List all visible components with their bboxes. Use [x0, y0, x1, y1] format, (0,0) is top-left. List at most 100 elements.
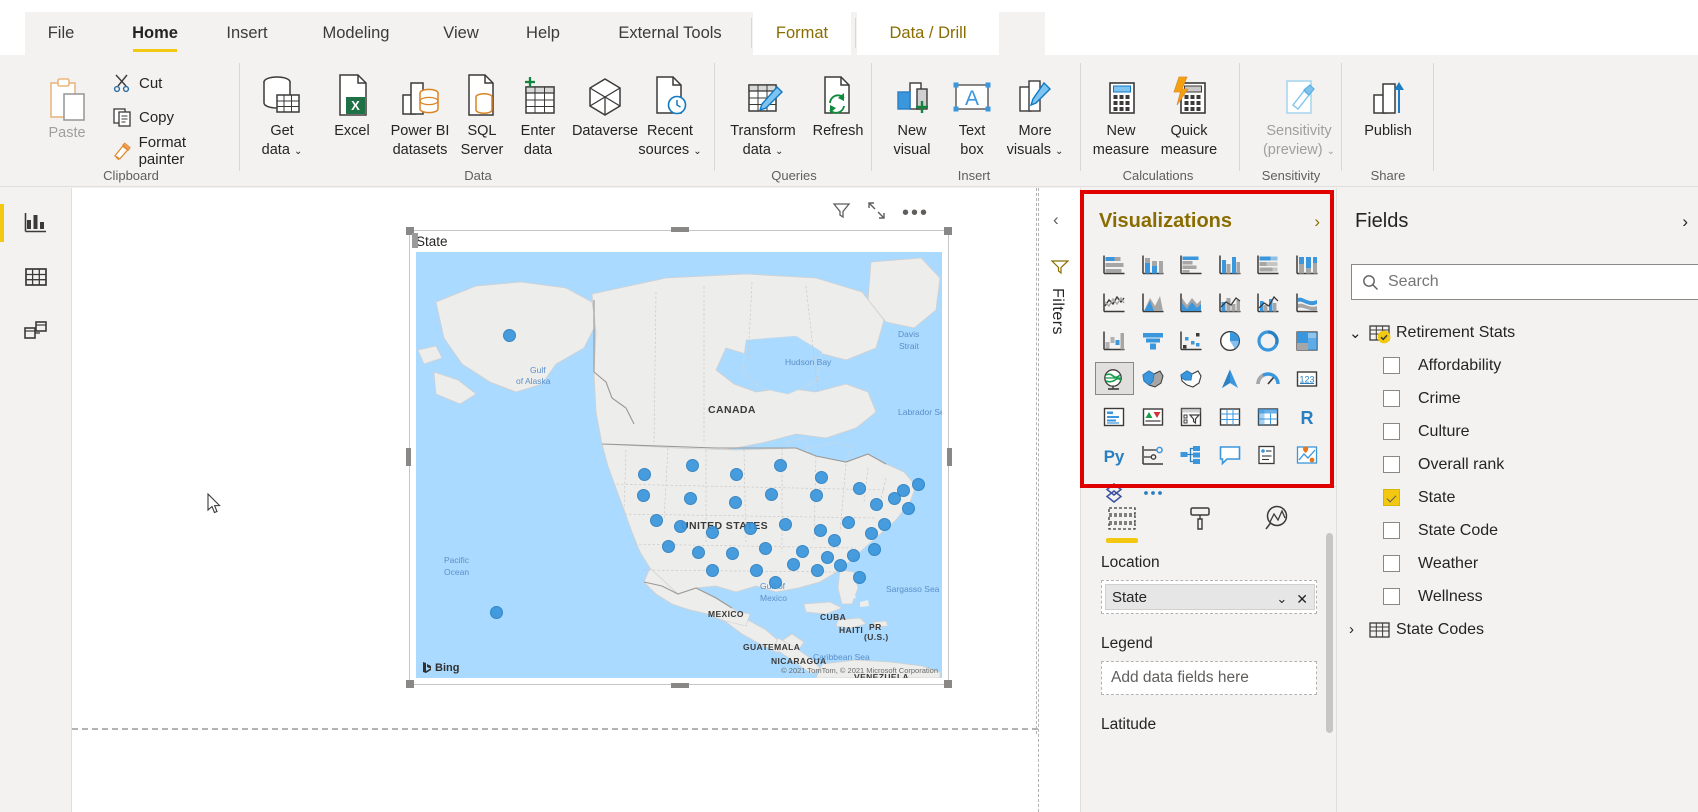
map-bubble[interactable]	[810, 563, 824, 577]
python-visual-icon[interactable]: Py	[1095, 438, 1134, 471]
sensitivity-button[interactable]: Sensitivity (preview) ⌄	[1253, 63, 1345, 168]
map-bubble[interactable]	[814, 470, 828, 484]
paginated-report-icon[interactable]	[1288, 438, 1327, 471]
map-bubble[interactable]	[841, 515, 855, 529]
field-item-weather[interactable]: Weather	[1383, 547, 1478, 580]
azure-map-icon[interactable]	[1211, 362, 1250, 395]
resize-handle-right[interactable]	[947, 448, 952, 466]
map-bubble[interactable]	[661, 539, 675, 553]
smart-narrative-icon[interactable]	[1249, 438, 1288, 471]
treemap-icon[interactable]	[1288, 324, 1327, 357]
map-bubble[interactable]	[795, 544, 809, 558]
copy-button[interactable]: Copy	[108, 102, 178, 132]
map-bubble[interactable]	[743, 521, 757, 535]
gauge-icon[interactable]	[1249, 362, 1288, 395]
publish-button[interactable]: Publish	[1351, 63, 1425, 168]
map-bubble[interactable]	[729, 467, 743, 481]
field-item-culture[interactable]: Culture	[1383, 415, 1470, 448]
filters-pane-collapsed[interactable]: ‹ Filters	[1038, 188, 1080, 812]
table-icon[interactable]	[1211, 400, 1250, 433]
map-bubble[interactable]	[809, 488, 823, 502]
transform-data-button[interactable]: Transform data ⌄	[718, 63, 808, 168]
area-chart-icon[interactable]	[1134, 286, 1173, 319]
map-bubble[interactable]	[846, 548, 860, 562]
map-bubble[interactable]	[827, 533, 841, 547]
field-item-crime[interactable]: Crime	[1383, 382, 1461, 415]
more-options-icon[interactable]: •••	[902, 203, 929, 223]
map-bubble[interactable]	[725, 546, 739, 560]
tab-modeling[interactable]: Modeling	[304, 12, 408, 55]
analytics-tab[interactable]	[1257, 498, 1299, 538]
map-bubble[interactable]	[896, 483, 910, 497]
filter-icon[interactable]	[832, 201, 851, 225]
map-bubble[interactable]	[705, 525, 719, 539]
map-bubble[interactable]	[502, 328, 516, 342]
map-bubble[interactable]	[833, 558, 847, 572]
map-bubble[interactable]	[877, 517, 891, 531]
resize-handle-top[interactable]	[671, 227, 689, 232]
map-bubble[interactable]	[786, 557, 800, 571]
r-script-visual-icon[interactable]: R	[1288, 400, 1327, 433]
map-bubble[interactable]	[685, 458, 699, 472]
stacked-column-chart-icon[interactable]	[1134, 248, 1173, 281]
line-chart-icon[interactable]	[1095, 286, 1134, 319]
new-measure-button[interactable]: New measure	[1084, 63, 1158, 168]
focus-mode-icon[interactable]	[867, 201, 886, 225]
map-bubble[interactable]	[637, 467, 651, 481]
clustered-bar-chart-icon[interactable]	[1172, 248, 1211, 281]
map-bubble[interactable]	[728, 495, 742, 509]
stacked-bar-chart-icon[interactable]	[1095, 248, 1134, 281]
fields-table-retirement-stats[interactable]: ⌄ Retirement Stats	[1349, 316, 1515, 349]
fields-search[interactable]	[1351, 264, 1698, 300]
format-tab[interactable]	[1179, 498, 1221, 538]
map-bubble[interactable]	[683, 491, 697, 505]
map-bubble[interactable]	[820, 550, 834, 564]
resize-handle-bottom-right[interactable]	[944, 680, 952, 688]
visualization-type-grid[interactable]: 123 R Py	[1095, 248, 1325, 509]
field-checkbox[interactable]	[1383, 588, 1400, 605]
fields-tab[interactable]	[1101, 498, 1143, 543]
map-bubble[interactable]	[636, 488, 650, 502]
more-visuals-button[interactable]: More visuals ⌄	[993, 63, 1077, 168]
search-input[interactable]	[1388, 273, 1668, 291]
100-stacked-column-chart-icon[interactable]	[1288, 248, 1327, 281]
map-visual[interactable]: State CANADA UNITED STATES MEXICO GUATEM…	[406, 227, 952, 688]
line-clustered-column-chart-icon[interactable]	[1249, 286, 1288, 319]
chevron-down-icon[interactable]: ⌄	[1349, 324, 1363, 342]
map-bubble[interactable]	[864, 526, 878, 540]
shape-map-icon[interactable]	[1172, 362, 1211, 395]
ribbon-chart-icon[interactable]	[1288, 286, 1327, 319]
100-stacked-bar-chart-icon[interactable]	[1249, 248, 1288, 281]
multi-row-card-icon[interactable]	[1095, 400, 1134, 433]
clustered-column-chart-icon[interactable]	[1211, 248, 1250, 281]
map-icon[interactable]	[1095, 362, 1134, 395]
key-influencers-icon[interactable]	[1134, 438, 1173, 471]
resize-handle-left[interactable]	[406, 448, 411, 466]
field-item-wellness[interactable]: Wellness	[1383, 580, 1483, 613]
map-bubble[interactable]	[867, 542, 881, 556]
map-bubble[interactable]	[691, 545, 705, 559]
chevron-down-icon[interactable]: ⌄	[1276, 591, 1287, 608]
collapse-filters-chevron-left-icon[interactable]: ‹	[1053, 210, 1059, 230]
resize-handle-bottom[interactable]	[671, 683, 689, 688]
filled-map-icon[interactable]	[1134, 362, 1173, 395]
field-item-overall-rank[interactable]: Overall rank	[1383, 448, 1504, 481]
map-bubble[interactable]	[911, 477, 925, 491]
map-canvas[interactable]: CANADA UNITED STATES MEXICO GUATEMALA NICARA…	[416, 252, 942, 678]
tab-file[interactable]: File	[36, 12, 86, 55]
sidebar-item-model-view[interactable]	[0, 304, 72, 358]
map-bubble[interactable]	[758, 541, 772, 555]
report-canvas[interactable]: ••• State CANADA UNITED STATES MEXICO GU…	[72, 188, 1038, 812]
sidebar-item-data-view[interactable]	[0, 250, 72, 304]
map-bubble[interactable]	[773, 458, 787, 472]
map-bubble[interactable]	[764, 487, 778, 501]
map-bubble[interactable]	[852, 570, 866, 584]
stacked-area-chart-icon[interactable]	[1172, 286, 1211, 319]
map-bubble[interactable]	[813, 523, 827, 537]
map-bubble[interactable]	[705, 563, 719, 577]
chevron-right-icon[interactable]: ›	[1349, 621, 1363, 638]
field-checkbox[interactable]	[1383, 390, 1400, 407]
funnel-chart-icon[interactable]	[1134, 324, 1173, 357]
map-bubble[interactable]	[749, 563, 763, 577]
resize-handle-bottom-left[interactable]	[406, 680, 414, 688]
